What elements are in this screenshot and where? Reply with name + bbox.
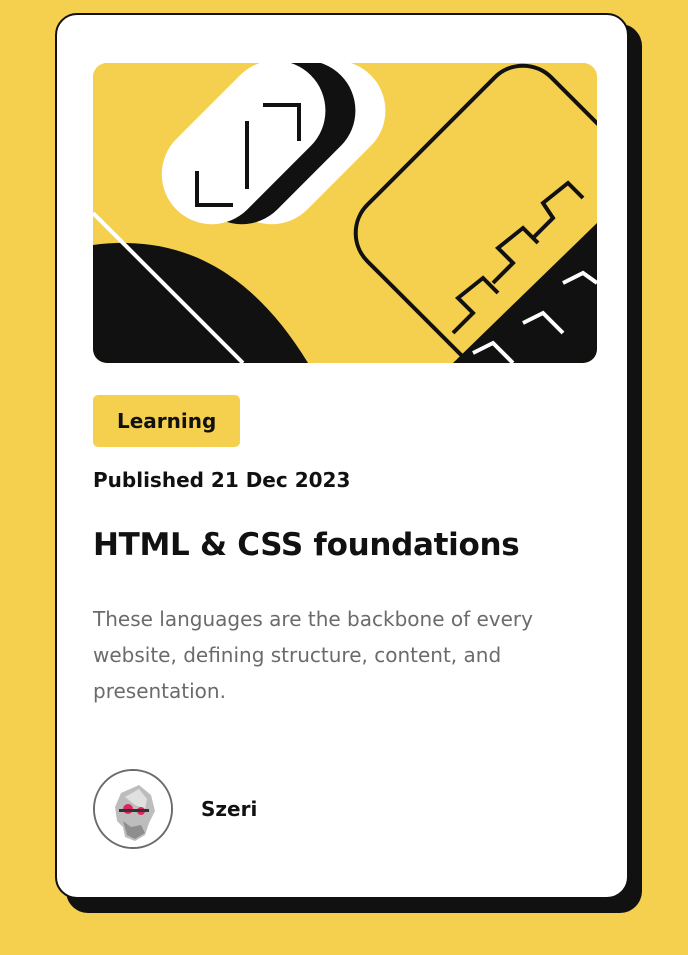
author-name[interactable]: Szeri <box>201 797 257 821</box>
skull-avatar-icon <box>95 771 171 847</box>
publish-date: Published 21 Dec 2023 <box>93 468 351 492</box>
abstract-geometric-illustration-icon <box>93 63 597 363</box>
card-description: These languages are the backbone of ever… <box>93 607 533 703</box>
blog-preview-card: Learning Published 21 Dec 2023 HTML & CS… <box>55 13 629 899</box>
card-title[interactable]: HTML & CSS foundations <box>93 527 520 563</box>
hero-illustration <box>93 63 597 363</box>
author-avatar <box>93 769 173 849</box>
category-tag[interactable]: Learning <box>93 395 241 447</box>
author: Szeri <box>93 769 257 849</box>
